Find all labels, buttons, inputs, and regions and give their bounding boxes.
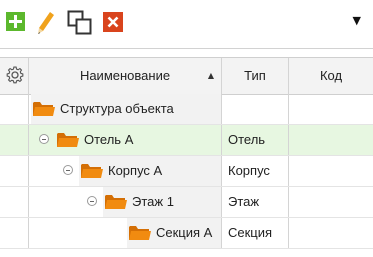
type-cell[interactable] <box>222 94 289 124</box>
column-header-type[interactable]: Тип <box>222 58 289 94</box>
folder-icon <box>57 133 79 147</box>
type-cell[interactable]: Отель <box>222 125 289 155</box>
tree-row[interactable]: Этаж 1 Этаж <box>0 187 373 218</box>
collapse-toggle-icon[interactable] <box>39 134 49 144</box>
column-header-code[interactable]: Код <box>289 58 373 94</box>
add-button[interactable] <box>6 11 26 33</box>
toolbar: ▼ <box>0 0 373 49</box>
type-cell[interactable]: Корпус <box>222 156 289 186</box>
folder-icon <box>129 226 151 240</box>
delete-button[interactable] <box>103 11 123 33</box>
pencil-icon <box>38 12 54 34</box>
row-gutter <box>0 156 29 186</box>
sort-ascending-icon: ▲ <box>207 71 214 80</box>
name-cell[interactable]: Этаж 1 <box>29 187 222 217</box>
name-cell[interactable]: Секция А <box>29 218 222 248</box>
collapse-toggle-icon[interactable] <box>63 165 73 175</box>
type-cell[interactable]: Секция <box>222 218 289 248</box>
row-name-label: Отель А <box>84 132 134 147</box>
folder-icon <box>105 195 127 209</box>
row-gutter <box>0 125 29 155</box>
name-cell[interactable]: Корпус А <box>29 156 222 186</box>
folder-icon <box>33 102 55 116</box>
code-cell[interactable] <box>289 125 373 155</box>
tree-row[interactable]: Секция А Секция <box>0 218 373 249</box>
toolbar-dropdown-button[interactable]: ▼ <box>353 14 361 27</box>
column-header-name-label: Наименование <box>79 68 171 83</box>
column-header-code-label: Код <box>319 68 343 83</box>
gear-icon <box>6 66 24 84</box>
column-header-type-label: Тип <box>244 68 266 83</box>
edit-button[interactable] <box>37 11 57 34</box>
row-gutter <box>0 94 29 124</box>
code-cell[interactable] <box>289 156 373 186</box>
code-cell[interactable] <box>289 218 373 248</box>
copy-icon <box>67 10 92 35</box>
code-cell[interactable] <box>289 187 373 217</box>
close-icon <box>103 12 123 32</box>
code-cell[interactable] <box>289 94 373 124</box>
grid-settings-button[interactable] <box>0 58 29 94</box>
row-name-label: Корпус А <box>108 163 163 178</box>
row-name-label: Этаж 1 <box>132 194 174 209</box>
tree-row[interactable]: Структура объекта <box>0 94 373 125</box>
name-cell[interactable]: Отель А <box>29 125 222 155</box>
tree-row[interactable]: Корпус А Корпус <box>0 156 373 187</box>
row-gutter <box>0 187 29 217</box>
row-name-label: Структура объекта <box>60 101 174 116</box>
row-name-label: Секция А <box>156 225 213 240</box>
plus-icon <box>6 12 25 31</box>
tree-row[interactable]: Отель А Отель <box>0 125 373 156</box>
name-cell-background <box>55 125 221 155</box>
grid-header: Наименование ▲ Тип Код <box>0 57 373 95</box>
row-gutter <box>0 218 29 248</box>
copy-button[interactable] <box>67 10 93 36</box>
name-cell[interactable]: Структура объекта <box>29 94 222 124</box>
column-header-name[interactable]: Наименование ▲ <box>29 58 222 94</box>
folder-icon <box>81 164 103 178</box>
collapse-toggle-icon[interactable] <box>87 196 97 206</box>
type-cell[interactable]: Этаж <box>222 187 289 217</box>
tree-grid: Наименование ▲ Тип Код Структура объекта… <box>0 57 373 257</box>
